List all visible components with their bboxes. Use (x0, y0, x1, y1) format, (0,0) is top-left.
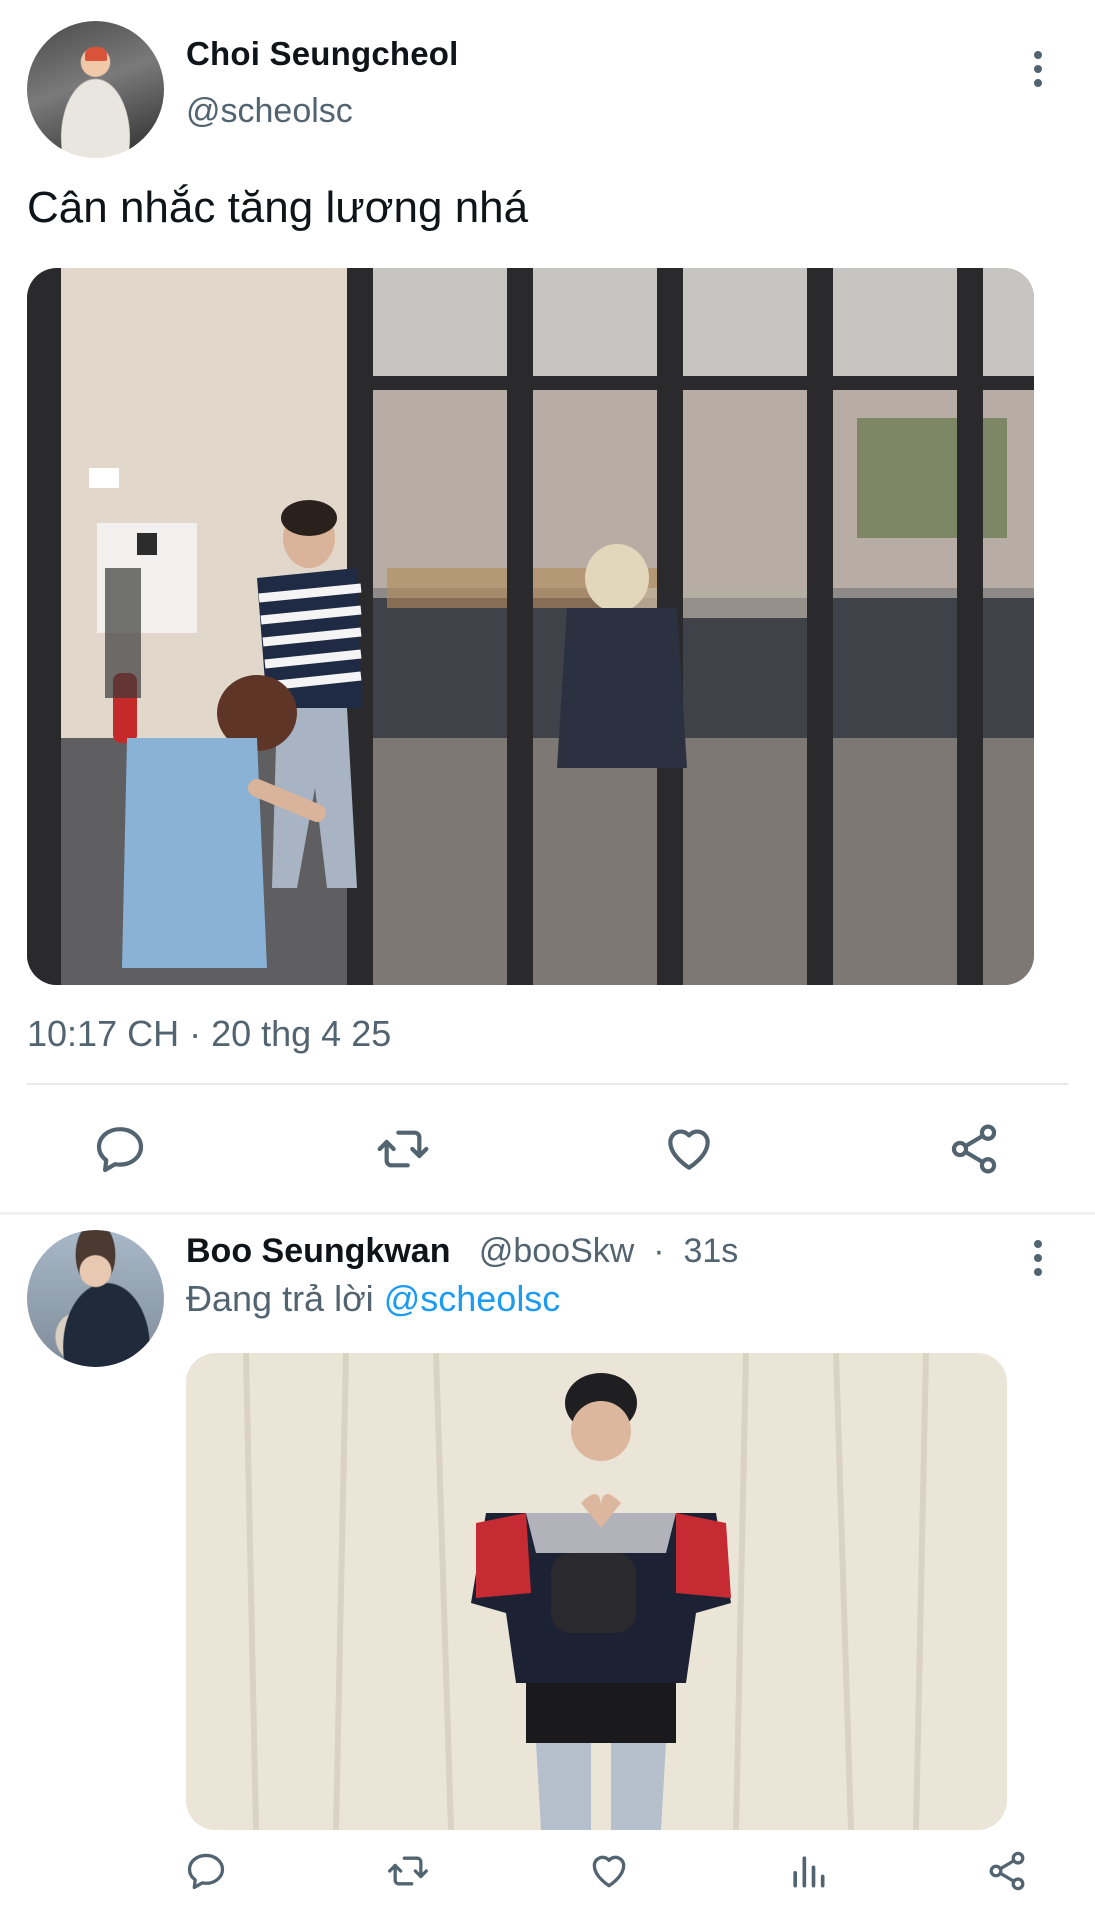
reply-icon[interactable] (92, 1121, 148, 1177)
reply-header: Boo Seungkwan @booSkw · 31s (186, 1232, 738, 1271)
photo-scene (27, 268, 1034, 985)
retweet-icon[interactable] (375, 1121, 431, 1177)
tweet-separator (0, 1212, 1095, 1215)
reply-photo[interactable] (186, 1353, 1007, 1830)
replying-mention-link[interactable]: @scheolsc (384, 1278, 561, 1319)
replying-to: Đang trả lời @scheolsc (186, 1278, 560, 1320)
author-avatar[interactable] (27, 21, 164, 158)
replying-prefix: Đang trả lời (186, 1278, 374, 1319)
reply-time[interactable]: 31s (683, 1232, 738, 1270)
like-icon[interactable] (587, 1849, 631, 1893)
dot-separator: · (643, 1232, 674, 1270)
tweet-text: Cân nhắc tăng lương nhá (27, 183, 529, 232)
reply-author-name[interactable]: Boo Seungkwan (186, 1232, 450, 1270)
like-icon[interactable] (661, 1121, 717, 1177)
share-icon[interactable] (985, 1849, 1029, 1893)
photo-scene (186, 1353, 1007, 1830)
reply-author-avatar[interactable] (27, 1230, 164, 1367)
author-name[interactable]: Choi Seungcheol (186, 35, 459, 73)
share-icon[interactable] (946, 1121, 1002, 1177)
retweet-icon[interactable] (386, 1849, 430, 1893)
more-options-icon[interactable] (1033, 51, 1043, 93)
reply-author-handle[interactable]: @booSkw (479, 1232, 634, 1270)
tweet-photo[interactable] (27, 268, 1034, 985)
divider (27, 1083, 1068, 1085)
reply-icon[interactable] (184, 1849, 228, 1893)
reply-more-options-icon[interactable] (1033, 1240, 1043, 1282)
author-handle[interactable]: @scheolsc (186, 92, 353, 131)
tweet-timestamp[interactable]: 10:17 CH · 20 thg 4 25 (27, 1013, 391, 1055)
analytics-icon[interactable] (786, 1849, 830, 1893)
